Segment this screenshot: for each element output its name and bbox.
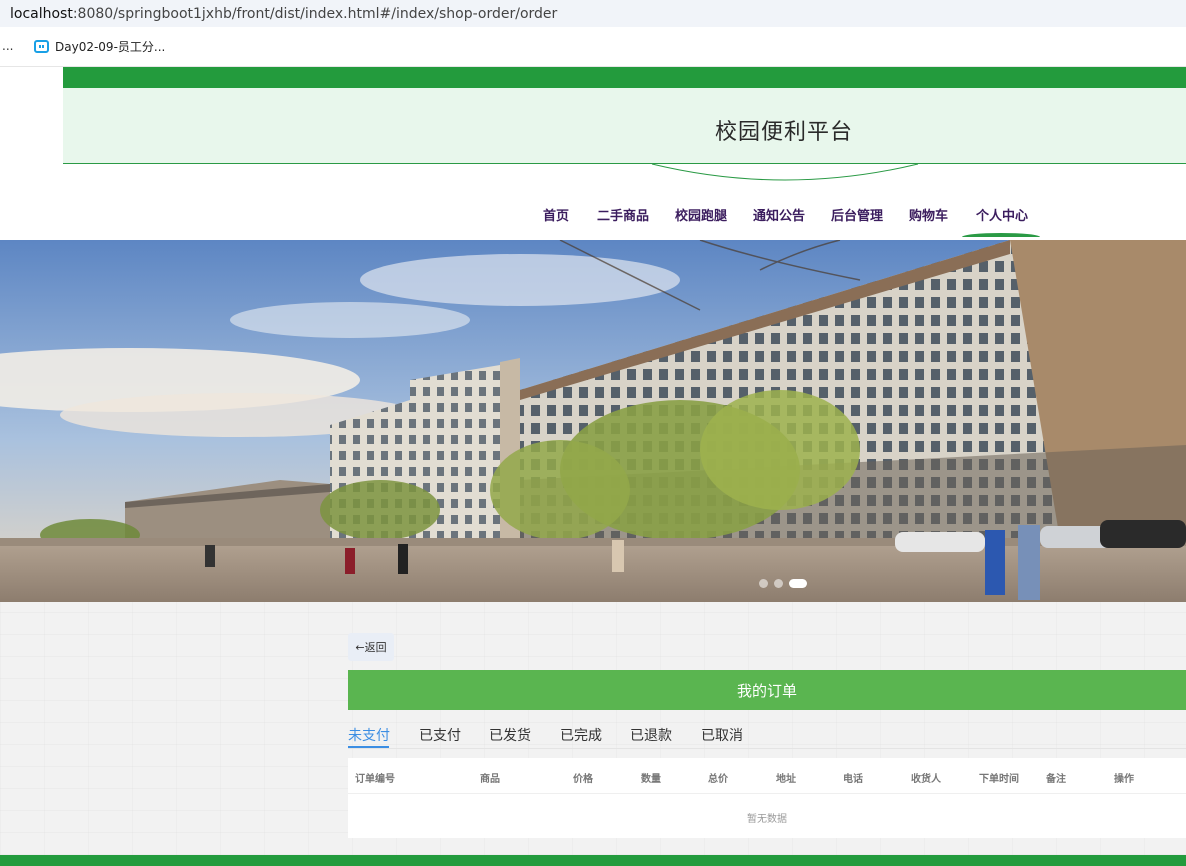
header-title-band bbox=[63, 88, 1186, 164]
carousel-dot-2[interactable] bbox=[774, 579, 783, 588]
nav-profile[interactable]: 个人中心 bbox=[976, 205, 1028, 224]
address-bar[interactable]: localhost:8080/springboot1jxhb/front/dis… bbox=[0, 0, 1186, 27]
tab-unpaid[interactable]: 未支付 bbox=[348, 725, 390, 745]
orders-table: 订单编号 商品 价格 数量 总价 地址 电话 收货人 下单时间 备注 操作 暂无… bbox=[348, 758, 1186, 838]
column-remark: 备注 bbox=[1046, 774, 1066, 785]
bilibili-icon bbox=[34, 40, 49, 53]
url-path: :8080/springboot1jxhb/front/dist/index.h… bbox=[72, 5, 558, 22]
bookmarks-bar: ... Day02-09-员工分... bbox=[0, 27, 1186, 67]
banner-carousel[interactable] bbox=[0, 240, 1186, 602]
column-quantity: 数量 bbox=[641, 774, 661, 785]
bookmarks-overflow[interactable]: ... bbox=[2, 39, 13, 53]
tab-shipped[interactable]: 已发货 bbox=[489, 725, 531, 745]
back-button[interactable]: ←返回 bbox=[348, 633, 394, 661]
nav-cart[interactable]: 购物车 bbox=[909, 205, 948, 224]
carousel-dot-1[interactable] bbox=[759, 579, 768, 588]
column-address: 地址 bbox=[776, 774, 796, 785]
tab-paid[interactable]: 已支付 bbox=[419, 725, 461, 745]
url-host: localhost bbox=[10, 5, 73, 22]
tab-refunded[interactable]: 已退款 bbox=[630, 725, 672, 745]
header-top-bar bbox=[63, 67, 1186, 88]
column-phone: 电话 bbox=[843, 774, 863, 785]
column-price: 价格 bbox=[573, 774, 593, 785]
orders-panel-title: 我的订单 bbox=[348, 670, 1186, 710]
tab-cancelled[interactable]: 已取消 bbox=[701, 725, 743, 745]
column-product: 商品 bbox=[480, 774, 500, 785]
column-recipient: 收货人 bbox=[911, 774, 941, 785]
footer-bar bbox=[0, 855, 1186, 866]
main-nav: 首页 二手商品 校园跑腿 通知公告 后台管理 购物车 个人中心 bbox=[0, 205, 1186, 225]
table-header-divider bbox=[348, 793, 1186, 794]
tab-completed[interactable]: 已完成 bbox=[560, 725, 602, 745]
carousel-dot-3[interactable] bbox=[789, 579, 807, 588]
column-order-time: 下单时间 bbox=[979, 774, 1019, 785]
order-status-tabs: 未支付 已支付 已发货 已完成 已退款 已取消 bbox=[348, 723, 1186, 749]
site-title: 校园便利平台 bbox=[715, 120, 854, 145]
nav-second-hand[interactable]: 二手商品 bbox=[597, 205, 649, 224]
column-order-no: 订单编号 bbox=[355, 774, 395, 785]
nav-home[interactable]: 首页 bbox=[543, 205, 569, 224]
nav-notices[interactable]: 通知公告 bbox=[753, 205, 805, 224]
bookmark-item[interactable]: Day02-09-员工分... bbox=[34, 38, 165, 55]
carousel-indicators bbox=[759, 579, 807, 588]
empty-state-text: 暂无数据 bbox=[747, 814, 787, 825]
active-tab-indicator bbox=[348, 746, 389, 748]
column-total: 总价 bbox=[708, 774, 728, 785]
title-curve-decoration bbox=[651, 163, 919, 181]
bookmark-label: Day02-09-员工分... bbox=[55, 40, 166, 54]
campus-photo bbox=[0, 240, 1186, 602]
nav-admin[interactable]: 后台管理 bbox=[831, 205, 883, 224]
nav-active-indicator bbox=[962, 233, 1040, 237]
column-actions: 操作 bbox=[1114, 774, 1134, 785]
nav-errand[interactable]: 校园跑腿 bbox=[675, 205, 727, 224]
